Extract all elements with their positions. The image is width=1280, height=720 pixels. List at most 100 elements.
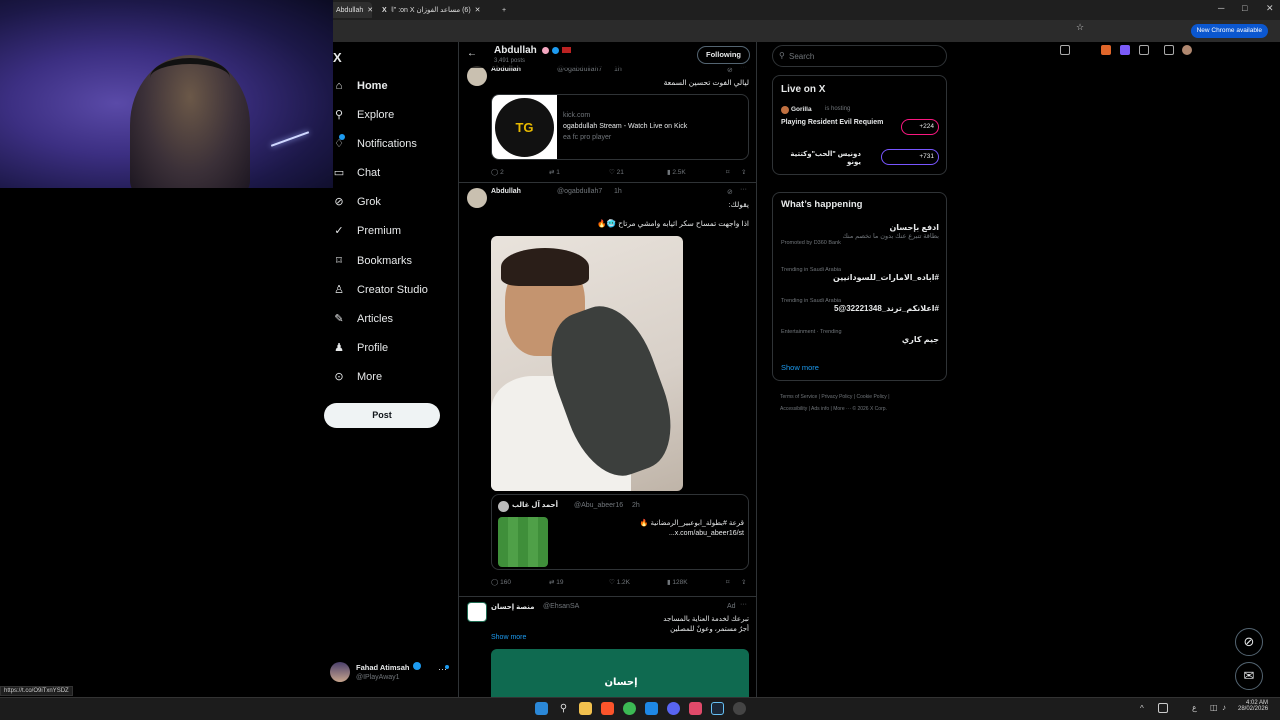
brave-icon[interactable]: [601, 702, 614, 715]
share-icon[interactable]: ⇪: [741, 168, 746, 176]
nav-label: Articles: [357, 313, 394, 325]
grok-icon[interactable]: ⊘: [727, 188, 733, 196]
nav-item-more[interactable]: ⊙ More: [333, 367, 382, 387]
tweet-media-image[interactable]: [491, 236, 683, 491]
tab-post[interactable]: X (6) مساعد الفوزان on X: "الحلقة ✕: [376, 2, 494, 18]
views-button[interactable]: ▮ 128K: [667, 578, 688, 586]
new-tab-button[interactable]: +: [496, 2, 512, 18]
show-more-link[interactable]: Show more: [781, 363, 819, 372]
live-title[interactable]: Playing Resident Evil Requiem: [781, 119, 883, 126]
like-button[interactable]: ♡ 1.2K: [609, 578, 630, 586]
trend-item[interactable]: ادفع بإحسان بطاقة تتبرع عنك بدون ما تخصم…: [781, 223, 939, 246]
tweet-handle[interactable]: @ogabdullah7: [557, 188, 602, 195]
nav-item-premium[interactable]: ✓ Premium: [333, 221, 401, 241]
more-dots-icon[interactable]: ···: [740, 601, 747, 608]
bookmark-icon[interactable]: ⌑: [726, 578, 729, 586]
live-host[interactable]: Gorilla: [791, 106, 812, 113]
chrome-icon[interactable]: [623, 702, 636, 715]
reply-button[interactable]: ◯ 160: [491, 578, 511, 586]
grok-fab-button[interactable]: ⊘: [1235, 628, 1263, 656]
footer-link[interactable]: Cookie Policy: [857, 394, 887, 400]
windows-start-icon[interactable]: [535, 702, 548, 715]
search-input[interactable]: ⚲ Search: [772, 45, 947, 67]
close-icon[interactable]: ✕: [475, 6, 481, 14]
search-icon[interactable]: ⚲: [557, 702, 570, 715]
nav-item-notifications[interactable]: ♢ Notifications: [333, 134, 417, 154]
network-icon[interactable]: ◫: [1210, 703, 1218, 712]
maximize-icon[interactable]: □: [1242, 3, 1247, 13]
tray-icon[interactable]: [1158, 703, 1168, 713]
tweet-author[interactable]: منصة إحسان: [491, 603, 534, 611]
tray-chevron-icon[interactable]: ^: [1140, 704, 1144, 713]
steam-icon[interactable]: [711, 702, 724, 715]
trend-item[interactable]: Trending in Saudi Arabia #اباده_الامارات…: [781, 267, 939, 282]
nav-item-home[interactable]: ⌂ Home: [333, 76, 388, 96]
views-button[interactable]: ▮ 2.5K: [667, 168, 686, 176]
nav-item-articles[interactable]: ✎ Articles: [333, 309, 393, 329]
back-arrow-icon[interactable]: ←: [467, 48, 477, 59]
footer-link[interactable]: Terms of Service: [780, 394, 817, 400]
minimize-icon[interactable]: ─: [1218, 3, 1224, 13]
quote-link[interactable]: x.com/abu_abeer16/st...: [552, 530, 744, 537]
app-icon[interactable]: [645, 702, 658, 715]
premium-icon: ✓: [334, 225, 344, 237]
nav-item-profile[interactable]: ♟ Profile: [333, 338, 388, 358]
nav-item-bookmarks[interactable]: ⌑ Bookmarks: [333, 251, 412, 271]
more-dots-icon[interactable]: ···: [740, 186, 747, 193]
discord-icon[interactable]: [667, 702, 680, 715]
install-icon[interactable]: [1060, 45, 1070, 55]
reply-button[interactable]: ◯ 2: [491, 168, 504, 176]
nav-item-chat[interactable]: ▭ Chat: [333, 163, 380, 183]
share-icon[interactable]: ⇪: [741, 578, 746, 586]
ad-tweet[interactable]: منصة إحسان @EhsanSA Ad ··· تبرعك لخدمة ا…: [459, 600, 756, 700]
repost-button[interactable]: ⇄ 19: [549, 578, 564, 586]
repost-button[interactable]: ⇄ 1: [549, 168, 560, 176]
nav-item-grok[interactable]: ⊘ Grok: [333, 192, 380, 212]
post-button[interactable]: Post: [324, 403, 440, 428]
trend-item[interactable]: Trending in Saudi Arabia #اعلانكم_ترند_3…: [781, 298, 939, 313]
close-window-icon[interactable]: ✕: [1266, 3, 1274, 14]
avatar[interactable]: [1182, 45, 1192, 55]
show-more-link[interactable]: Show more: [491, 634, 526, 641]
close-icon[interactable]: ✕: [367, 6, 373, 14]
volume-icon[interactable]: ♪: [1222, 703, 1226, 712]
footer-link[interactable]: Privacy Policy: [821, 394, 852, 400]
following-button[interactable]: Following: [697, 46, 750, 64]
file-explorer-icon[interactable]: [579, 702, 592, 715]
footer-link[interactable]: Ads info: [811, 406, 829, 412]
footer-link[interactable]: Accessibility: [780, 406, 807, 412]
nav-item-explore[interactable]: ⚲ Explore: [333, 105, 394, 125]
nav-item-creator-studio[interactable]: ♙ Creator Studio: [333, 280, 428, 300]
account-switcher[interactable]: Fahad Atimsah @IPlayAway1 ···: [330, 660, 455, 686]
new-chrome-available-button[interactable]: New Chrome available: [1190, 24, 1268, 38]
quote-text: قرعة #بطولة_ابوعبير_الرمضانية 🔥: [639, 520, 744, 527]
bookmark-icon[interactable]: ⌑: [726, 168, 729, 176]
live-title[interactable]: دونيس "الحب"وكتتية يونو: [781, 150, 861, 166]
extensions-icon[interactable]: [1139, 45, 1149, 55]
like-button[interactable]: ♡ 21: [609, 168, 624, 176]
app-icon[interactable]: [689, 702, 702, 715]
tab-search-icon[interactable]: [1164, 45, 1174, 55]
trend-item[interactable]: Entertainment · Trending جيم كاري: [781, 329, 939, 344]
extension-icon[interactable]: [1120, 45, 1130, 55]
live-count-badge[interactable]: +731: [881, 149, 939, 165]
star-icon[interactable]: ☆: [1076, 22, 1084, 33]
tweet-handle[interactable]: @EhsanSA: [543, 603, 579, 610]
extension-icon[interactable]: [1101, 45, 1111, 55]
tweet[interactable]: Abdullah @ogabdullah7 1h ⊘ ··· ليالي الف…: [459, 64, 756, 182]
app-icon[interactable]: [733, 702, 746, 715]
tweet-author[interactable]: Abdullah: [491, 188, 521, 195]
live-count-badge[interactable]: +224: [901, 119, 939, 135]
tab-abdullah[interactable]: Abdullah ✕: [330, 2, 373, 18]
x-logo[interactable]: X: [333, 50, 342, 65]
ad-banner-image[interactable]: إحسان: [491, 649, 749, 700]
tweet-time[interactable]: 1h: [614, 188, 622, 195]
language-indicator[interactable]: ع: [1192, 703, 1197, 712]
clock[interactable]: 4:02 AM 28/02/2026: [1238, 700, 1268, 712]
kick-logo: TG: [495, 98, 554, 157]
link-card[interactable]: TG kick.com ogabdullah Stream - Watch Li…: [491, 94, 749, 160]
messages-fab-button[interactable]: ✉: [1235, 662, 1263, 690]
tweet[interactable]: Abdullah @ogabdullah7 1h ⊘ ··· يقولك: اذ…: [459, 186, 756, 596]
footer-link[interactable]: More ···: [833, 406, 851, 412]
quote-tweet[interactable]: أحمد آل غالب @Abu_abeer16 2h قرعة #بطولة…: [491, 494, 749, 570]
